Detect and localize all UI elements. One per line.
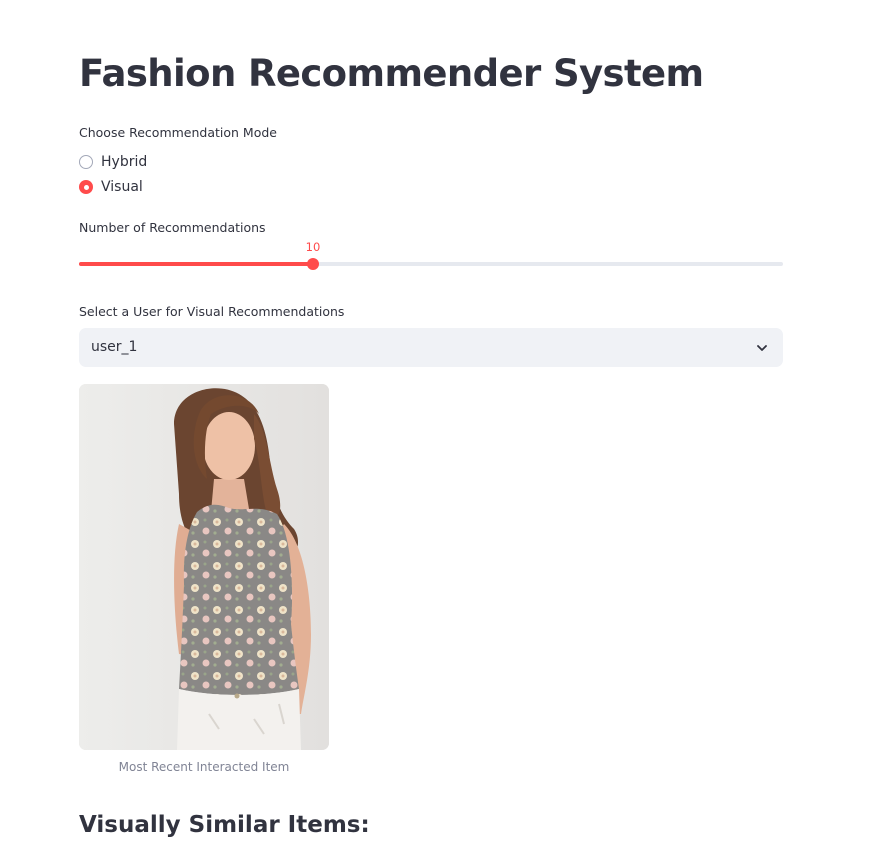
slider-label: Number of Recommendations	[79, 220, 266, 235]
slider-thumb[interactable]	[307, 258, 319, 270]
radio-option-hybrid[interactable]: Hybrid	[79, 154, 147, 170]
radio-checked-icon[interactable]	[79, 180, 93, 194]
recent-item-caption: Most Recent Interacted Item	[118, 760, 290, 774]
recommendations-slider[interactable]	[79, 258, 783, 270]
radio-option-visual[interactable]: Visual	[79, 179, 143, 195]
mode-label: Choose Recommendation Mode	[79, 125, 277, 140]
page-title: Fashion Recommender System	[79, 52, 704, 95]
similar-items-heading: Visually Similar Items:	[79, 812, 370, 838]
app-page: Fashion Recommender System Choose Recomm…	[0, 0, 888, 842]
radio-label-visual: Visual	[101, 179, 143, 195]
slider-fill	[79, 262, 313, 266]
user-select[interactable]: user_1	[79, 328, 783, 367]
user-select-value: user_1	[91, 339, 138, 355]
chevron-down-icon[interactable]	[755, 341, 769, 355]
user-select-label: Select a User for Visual Recommendations	[79, 304, 345, 319]
product-photo	[79, 384, 329, 750]
radio-label-hybrid: Hybrid	[101, 154, 148, 170]
recent-item-image	[79, 384, 329, 750]
slider-value: 10	[305, 240, 321, 254]
radio-unchecked-icon[interactable]	[79, 155, 93, 169]
